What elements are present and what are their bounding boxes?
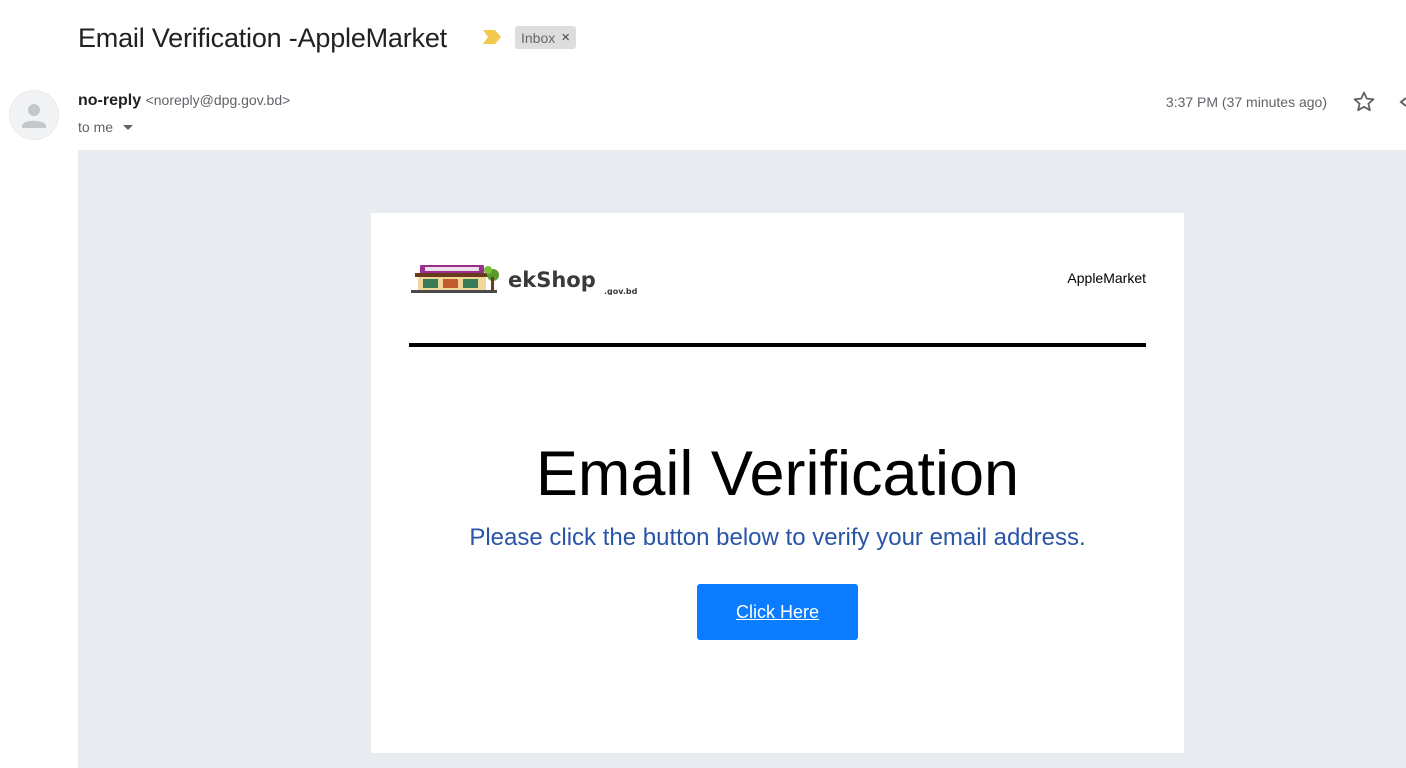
shop-name: AppleMarket	[1067, 270, 1146, 286]
importance-marker-icon[interactable]	[482, 29, 502, 45]
recipient-details-toggle[interactable]: to me	[78, 119, 134, 135]
verification-message: Please click the button below to verify …	[469, 524, 1086, 551]
email-content-card: ekShop .gov.bd AppleMarket Email Verific…	[371, 213, 1184, 753]
star-icon[interactable]	[1352, 90, 1376, 114]
email-timestamp: 3:37 PM (37 minutes ago)	[1165, 94, 1327, 110]
sender-line: no-reply <noreply@dpg.gov.bd>	[78, 92, 290, 110]
remove-label-button[interactable]: ×	[561, 29, 570, 46]
dropdown-caret-icon	[123, 124, 134, 130]
sender-name: no-reply	[78, 92, 142, 109]
verify-email-button[interactable]: Click Here	[697, 584, 858, 640]
email-subject: Email Verification -AppleMarket	[78, 23, 447, 53]
svg-text:ekShop: ekShop	[508, 268, 596, 292]
reply-icon[interactable]	[1398, 90, 1406, 114]
inbox-label: Inbox	[521, 29, 556, 46]
avatar-person-icon	[22, 104, 46, 128]
ekshop-logo: ekShop .gov.bd	[411, 265, 638, 295]
header-divider	[409, 343, 1146, 347]
verification-heading: Email Verification	[535, 439, 1020, 509]
svg-text:.gov.bd: .gov.bd	[604, 287, 638, 295]
sender-email: <noreply@dpg.gov.bd>	[145, 92, 291, 108]
recipient-label: to me	[78, 119, 114, 135]
inbox-label-chip: Inbox ×	[515, 26, 577, 49]
sender-avatar	[9, 90, 59, 140]
